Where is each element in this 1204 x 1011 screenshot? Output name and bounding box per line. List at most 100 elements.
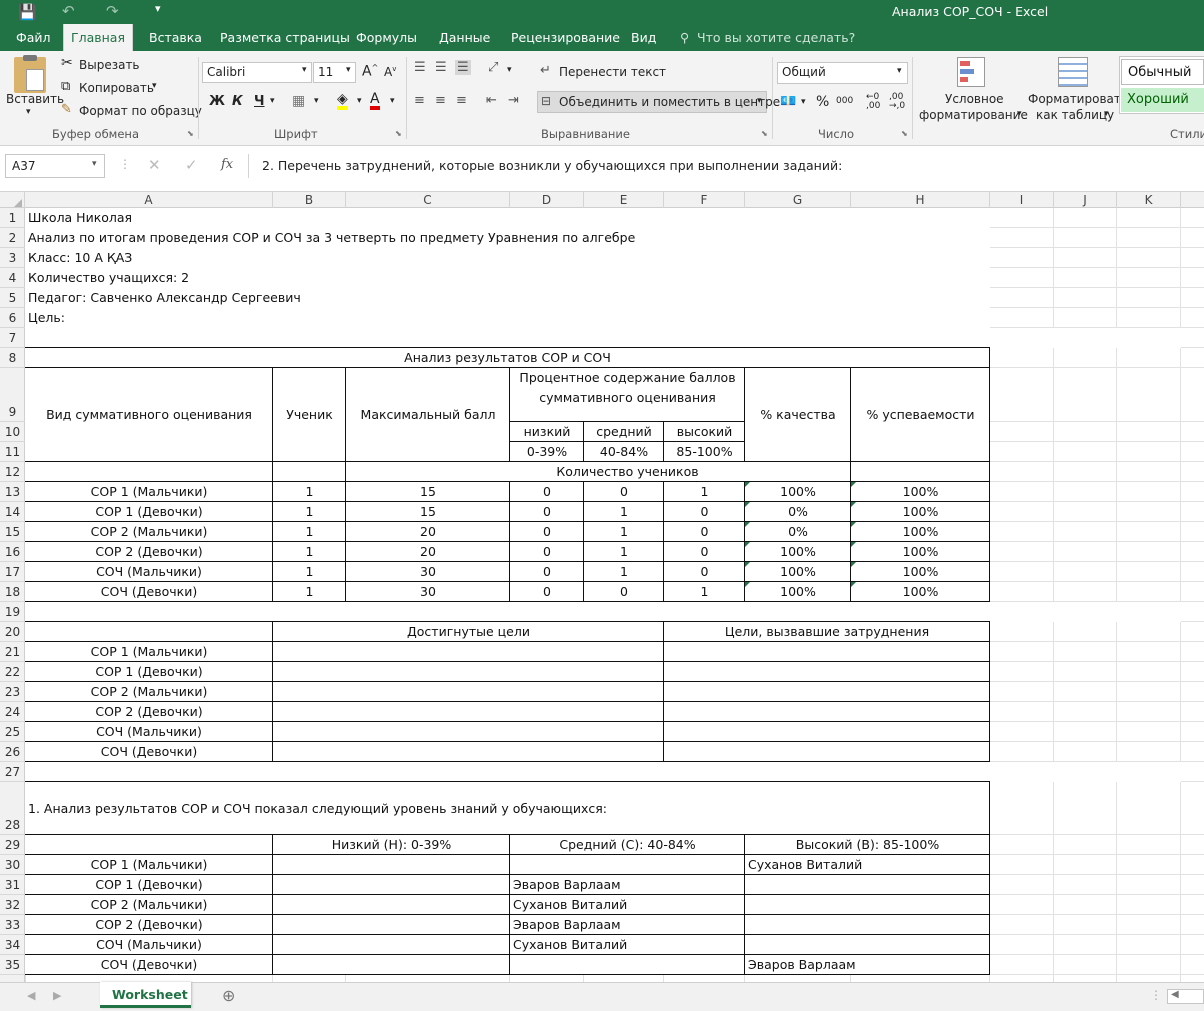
increase-indent-icon[interactable]: ⇥ — [508, 93, 519, 108]
name-box[interactable]: A37 — [5, 154, 105, 178]
format-as-table-icon[interactable] — [1058, 57, 1088, 87]
align-bottom-icon[interactable]: ☰ — [455, 60, 471, 75]
currency-icon[interactable]: 💶 — [780, 94, 796, 109]
name-box-dropdown-icon[interactable]: ▾ — [92, 159, 97, 169]
formula-input[interactable]: 2. Перечень затруднений, которые возникл… — [262, 158, 842, 173]
tab-file[interactable]: Файл — [16, 24, 51, 51]
fill-color-icon[interactable]: ◈ — [337, 92, 348, 110]
column-header-k[interactable]: K — [1117, 192, 1181, 208]
conditional-formatting-label-1[interactable]: Условное — [945, 92, 1004, 106]
align-top-icon[interactable]: ☰ — [414, 60, 426, 75]
column-header-b[interactable]: B — [273, 192, 346, 208]
orientation-icon[interactable]: ⤢ — [488, 60, 498, 75]
row-header[interactable]: 3 — [0, 248, 25, 268]
wrap-text-button[interactable]: Перенести текст — [559, 65, 666, 79]
tab-insert[interactable]: Вставка — [149, 24, 202, 51]
underline-dropdown-icon[interactable]: ▾ — [270, 96, 275, 106]
row-header[interactable]: 2 — [0, 228, 25, 248]
paste-icon[interactable] — [14, 55, 46, 93]
row-header[interactable]: 21 — [0, 642, 25, 662]
undo-icon[interactable]: ↶ — [62, 2, 75, 20]
horizontal-scrollbar[interactable]: ◀ — [1167, 989, 1204, 1004]
clipboard-launcher-icon[interactable]: ⬊ — [187, 129, 194, 138]
row-header[interactable]: 14 — [0, 502, 25, 522]
tab-page-layout[interactable]: Разметка страницы — [220, 24, 350, 51]
alignment-launcher-icon[interactable]: ⬊ — [761, 129, 768, 138]
row-header[interactable]: 4 — [0, 268, 25, 288]
row-header[interactable]: 5 — [0, 288, 25, 308]
align-right-icon[interactable]: ≡ — [456, 93, 467, 108]
underline-button[interactable]: Ч — [254, 94, 265, 109]
row-header[interactable]: 15 — [0, 522, 25, 542]
sheet-tab-worksheet[interactable]: Worksheet — [100, 982, 191, 1008]
column-header-h[interactable]: H — [851, 192, 990, 208]
font-name-dropdown-icon[interactable]: ▾ — [302, 65, 307, 75]
row-header[interactable]: 35 — [0, 955, 25, 975]
worksheet-grid[interactable]: Школа Николая Анализ по итогам проведения… — [25, 208, 1204, 982]
select-all-corner[interactable] — [0, 192, 25, 208]
currency-dropdown-icon[interactable]: ▾ — [801, 97, 806, 107]
row-header[interactable]: 10 — [0, 422, 25, 442]
row-header[interactable]: 20 — [0, 622, 25, 642]
add-sheet-icon[interactable]: ⊕ — [222, 986, 235, 1005]
row-header[interactable]: 24 — [0, 702, 25, 722]
column-header-g[interactable]: G — [745, 192, 851, 208]
tell-me-input[interactable]: Что вы хотите сделать? — [697, 24, 855, 51]
row-header[interactable]: 16 — [0, 542, 25, 562]
conditional-formatting-label-2[interactable]: форматирование — [919, 108, 1028, 122]
font-color-dropdown-icon[interactable]: ▾ — [390, 96, 395, 106]
merge-dropdown-icon[interactable]: ▾ — [757, 96, 762, 106]
row-header[interactable]: 12 — [0, 462, 25, 482]
decrease-decimal-icon[interactable]: ,00 →,0 — [889, 93, 905, 111]
column-header-i[interactable]: I — [990, 192, 1054, 208]
font-launcher-icon[interactable]: ⬊ — [395, 129, 402, 138]
scroll-tabs-left-icon[interactable]: ◀ — [27, 989, 35, 1002]
row-header[interactable]: 19 — [0, 602, 25, 622]
row-header[interactable]: 6 — [0, 308, 25, 328]
column-header-e[interactable]: E — [584, 192, 664, 208]
save-icon[interactable]: 💾 — [18, 3, 37, 21]
style-normal[interactable]: Обычный — [1121, 59, 1204, 85]
tab-data[interactable]: Данные — [439, 24, 490, 51]
row-header[interactable]: 17 — [0, 562, 25, 582]
row-header[interactable]: 32 — [0, 895, 25, 915]
cut-button[interactable]: Вырезать — [79, 58, 140, 72]
row-header[interactable]: 13 — [0, 482, 25, 502]
tab-home[interactable]: Главная — [63, 24, 133, 51]
row-header[interactable]: 30 — [0, 855, 25, 875]
row-header[interactable]: 11 — [0, 442, 25, 462]
cancel-icon[interactable]: ✕ — [148, 156, 161, 174]
tab-view[interactable]: Вид — [631, 24, 656, 51]
conditional-formatting-icon[interactable] — [957, 57, 985, 87]
decrease-indent-icon[interactable]: ⇤ — [486, 93, 497, 108]
font-color-icon[interactable]: A — [370, 92, 380, 110]
increase-decimal-icon[interactable]: ←0,00 — [866, 93, 880, 111]
font-name-select[interactable]: Calibri — [202, 62, 312, 83]
tab-formulas[interactable]: Формулы — [356, 24, 417, 51]
align-middle-icon[interactable]: ☰ — [435, 60, 447, 75]
enter-icon[interactable]: ✓ — [185, 156, 198, 174]
copy-button[interactable]: Копировать — [79, 81, 154, 95]
row-header[interactable]: 31 — [0, 875, 25, 895]
tab-review[interactable]: Рецензирование — [511, 24, 620, 51]
column-header-f[interactable]: F — [664, 192, 745, 208]
row-header[interactable]: 18 — [0, 582, 25, 602]
conditional-dropdown-icon[interactable]: ▾ — [1017, 109, 1022, 119]
number-format-dropdown-icon[interactable]: ▾ — [897, 66, 902, 76]
row-header[interactable]: 22 — [0, 662, 25, 682]
row-header[interactable]: 28 — [0, 782, 25, 835]
redo-icon[interactable]: ↷ — [106, 2, 119, 20]
row-header[interactable]: 26 — [0, 742, 25, 762]
column-header-c[interactable]: C — [346, 192, 510, 208]
format-painter-button[interactable]: Формат по образцу — [79, 104, 202, 118]
column-header-j[interactable]: J — [1054, 192, 1117, 208]
scroll-tabs-right-icon[interactable]: ▶ — [53, 989, 61, 1002]
row-header[interactable]: 9 — [0, 368, 25, 422]
paste-dropdown-icon[interactable]: ▾ — [26, 107, 31, 117]
format-as-table-label-2[interactable]: как таблицу — [1036, 108, 1114, 122]
fill-dropdown-icon[interactable]: ▾ — [357, 96, 362, 106]
row-header[interactable]: 34 — [0, 935, 25, 955]
column-header-d[interactable]: D — [510, 192, 584, 208]
align-center-icon[interactable]: ≡ — [435, 93, 446, 108]
bold-button[interactable]: Ж — [209, 94, 225, 109]
